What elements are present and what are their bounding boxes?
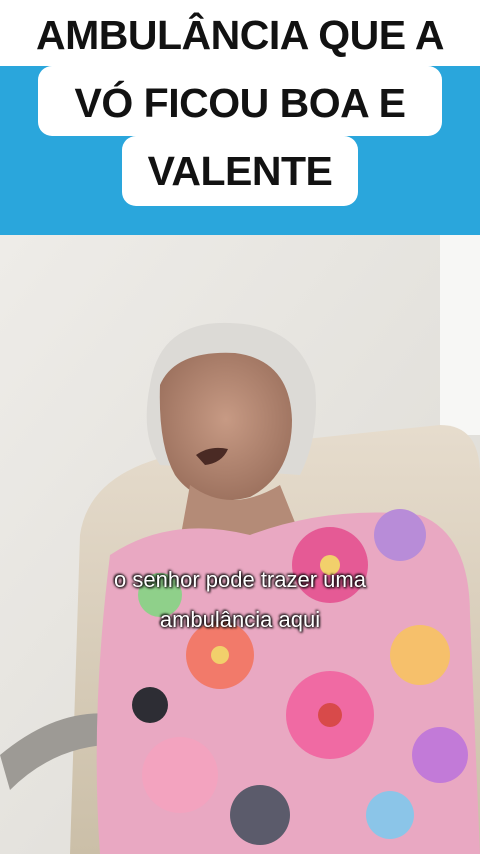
title-banner: AMBULÂNCIA QUE A VÓ FICOU BOA E VALENTE [0, 0, 480, 235]
face [159, 352, 292, 501]
video-frame[interactable]: o senhor pode trazer uma ambulância aqui [0, 235, 480, 854]
title-line-3: VALENTE [147, 148, 333, 194]
subtitle-line-1: o senhor pode trazer uma [114, 567, 366, 592]
video-scene [0, 235, 480, 854]
window-edge [440, 235, 480, 435]
title-line-2: VÓ FICOU BOA E [74, 80, 406, 126]
subtitle-line-2: ambulância aqui [159, 607, 321, 632]
title-line-1: AMBULÂNCIA QUE A [35, 12, 445, 58]
